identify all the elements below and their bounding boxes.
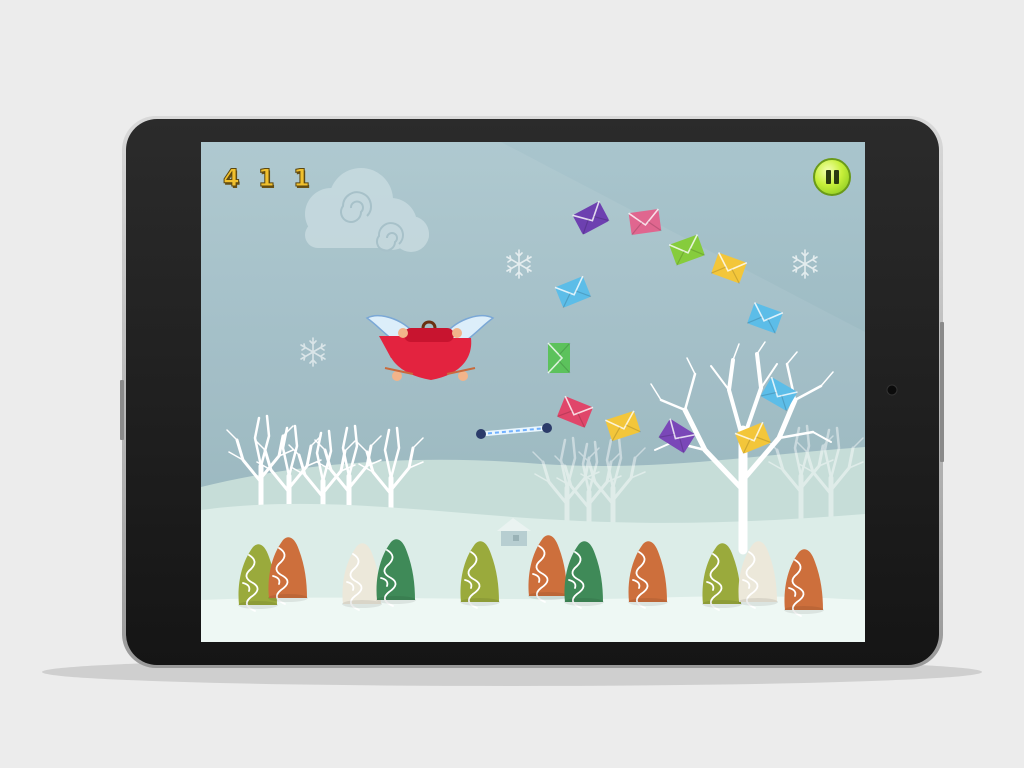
game-screen[interactable]: 4 1 1 xyxy=(201,142,865,642)
volume-button[interactable] xyxy=(940,322,944,462)
envelope-icon xyxy=(627,208,663,236)
side-button[interactable] xyxy=(120,380,124,440)
score-counter: 4 1 1 xyxy=(223,164,315,192)
envelope-icon xyxy=(547,342,571,374)
camera-lens xyxy=(886,384,898,396)
pause-icon xyxy=(826,170,831,184)
pause-icon-bar xyxy=(834,170,839,184)
pause-button[interactable] xyxy=(813,158,851,196)
